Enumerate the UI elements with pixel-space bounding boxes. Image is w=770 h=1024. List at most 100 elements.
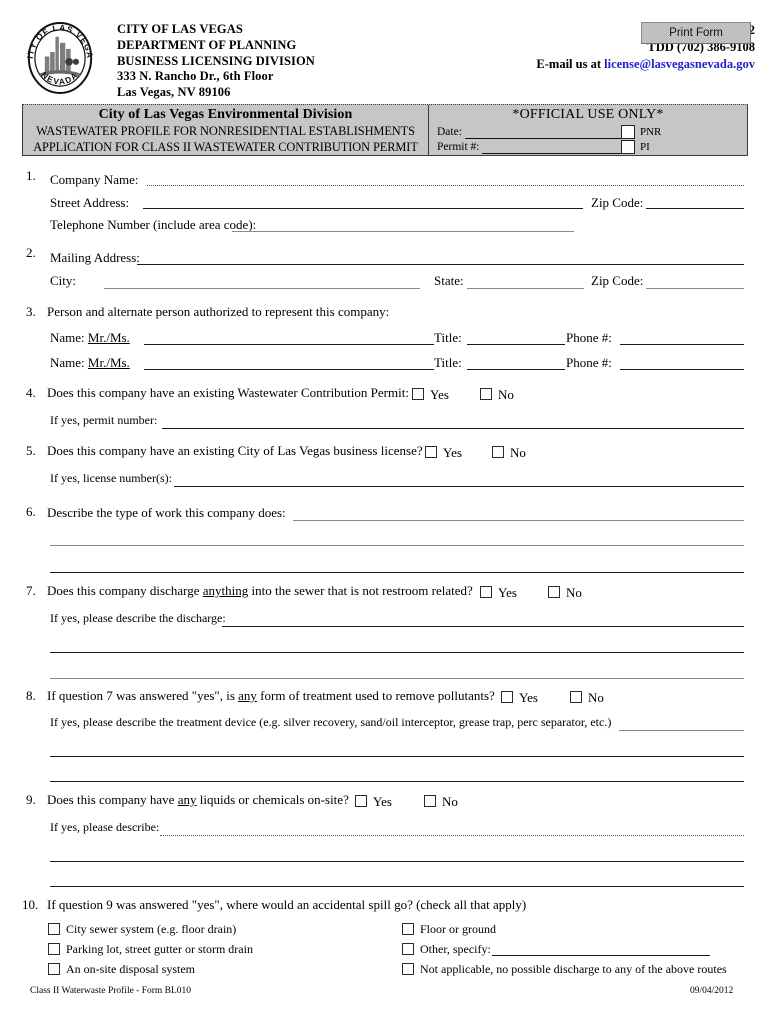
q6-input-line-1[interactable] <box>293 520 744 521</box>
official-date-input[interactable] <box>464 125 633 139</box>
q10-option-other-input[interactable] <box>492 955 710 956</box>
q3-name-prefix-2: Mr./Ms. <box>87 355 130 370</box>
q3-name-prefix-1: Mr./Ms. <box>87 330 130 345</box>
pi-label: PI <box>640 140 650 153</box>
q3-phone-input-1[interactable] <box>620 344 744 345</box>
q6-input-line-3[interactable] <box>50 572 744 573</box>
q8-text-emphasis: any <box>238 688 257 703</box>
city-input[interactable] <box>104 288 420 289</box>
question-6-number: 6. <box>26 504 36 519</box>
q7-text-emphasis: anything <box>202 583 249 598</box>
agency-line-2: DEPARTMENT OF PLANNING <box>117 37 297 52</box>
q7-no-label: No <box>566 585 582 600</box>
state-input[interactable] <box>467 288 584 289</box>
official-permit-row: Permit #: <box>437 140 635 154</box>
q7-input-line-2[interactable] <box>50 652 744 653</box>
q5-license-number-input[interactable] <box>174 486 744 487</box>
telephone-input[interactable] <box>232 231 574 232</box>
q3-name-label-2: Name: Mr./Ms. <box>50 355 130 370</box>
email-link[interactable]: license@lasvegasnevada.gov <box>604 57 755 71</box>
q7-no-checkbox[interactable] <box>548 586 560 598</box>
print-form-button[interactable]: Print Form <box>641 22 751 44</box>
q7-yes-label: Yes <box>498 585 517 600</box>
q3-name-label-2-text: Name: <box>50 355 85 370</box>
q10-option-floor-or-ground-checkbox[interactable] <box>402 923 414 935</box>
pnr-checkbox[interactable] <box>621 124 635 139</box>
q6-input-line-2[interactable] <box>50 545 744 546</box>
q3-title-label-1: Title: <box>434 330 462 345</box>
q10-option-not-applicable-label: Not applicable, no possible discharge to… <box>420 962 727 976</box>
q1-zip-code-input[interactable] <box>646 208 744 209</box>
q8-no-checkbox[interactable] <box>570 691 582 703</box>
q9-input-line-3[interactable] <box>50 886 744 887</box>
q3-title-input-2[interactable] <box>467 369 565 370</box>
q8-input-line-1[interactable] <box>619 730 744 731</box>
question-7-text: Does this company discharge anything int… <box>47 583 473 598</box>
official-date-label: Date: <box>437 126 462 138</box>
q10-option-onsite-disposal-checkbox[interactable] <box>48 963 60 975</box>
footer-form-id: Class II Waterwaste Profile - Form BL010 <box>30 986 192 996</box>
q2-zip-code-input[interactable] <box>646 288 744 289</box>
question-9-text: Does this company have any liquids or ch… <box>47 792 349 807</box>
question-5-number: 5. <box>26 443 36 458</box>
question-10-text: If question 9 was answered "yes", where … <box>47 897 527 912</box>
q7-input-line-3[interactable] <box>50 678 744 679</box>
q9-yes-checkbox[interactable] <box>355 795 367 807</box>
q8-yes-checkbox[interactable] <box>501 691 513 703</box>
division-title: City of Las Vegas Environmental Division <box>98 107 353 122</box>
q2-zip-code-label: Zip Code: <box>591 273 644 288</box>
q5-yes-checkbox[interactable] <box>425 446 437 458</box>
q9-no-checkbox[interactable] <box>424 795 436 807</box>
pi-row: PI <box>621 139 701 154</box>
q3-name-label-1: Name: Mr./Ms. <box>50 330 130 345</box>
state-label: State: <box>434 273 464 288</box>
official-permit-label: Permit #: <box>437 141 480 153</box>
q3-name-input-2[interactable] <box>144 369 434 370</box>
q3-name-input-1[interactable] <box>144 344 434 345</box>
q7-input-line-1[interactable] <box>222 626 744 627</box>
q4-no-checkbox[interactable] <box>480 388 492 400</box>
q9-input-line-1[interactable] <box>160 835 744 836</box>
q8-input-line-2[interactable] <box>50 756 744 757</box>
q4-followup-label: If yes, permit number: <box>50 413 158 427</box>
mailing-address-input[interactable] <box>137 264 744 265</box>
footer-revision-date: 09/04/2012 <box>690 986 734 996</box>
official-date-row: Date: <box>437 125 633 139</box>
form-subtitle-1: WASTEWATER PROFILE FOR NONRESIDENTIAL ES… <box>36 124 415 138</box>
q8-input-line-3[interactable] <box>50 781 744 782</box>
page-header: CITY OF LAS VEGAS NEVADA CITY OF LAS VEG… <box>0 0 770 100</box>
q10-option-not-applicable-checkbox[interactable] <box>402 963 414 975</box>
pi-checkbox[interactable] <box>621 139 635 154</box>
q7-yes-checkbox[interactable] <box>480 586 492 598</box>
agency-address-block: CITY OF LAS VEGAS DEPARTMENT OF PLANNING… <box>117 22 315 101</box>
pnr-pi-group: PNR PI <box>621 124 701 154</box>
q4-yes-checkbox[interactable] <box>412 388 424 400</box>
form-title-band: City of Las Vegas Environmental Division… <box>22 104 748 156</box>
street-address-label: Street Address: <box>50 195 130 210</box>
company-name-input[interactable] <box>147 185 744 186</box>
mailing-address-label: Mailing Address: <box>50 250 140 265</box>
q4-yes-label: Yes <box>430 387 449 402</box>
question-6-text: Describe the type of work this company d… <box>47 505 286 520</box>
question-7-number: 7. <box>26 583 36 598</box>
question-3-text: Person and alternate person authorized t… <box>47 304 390 319</box>
q4-permit-number-input[interactable] <box>162 428 744 429</box>
q4-no-label: No <box>498 387 514 402</box>
q10-option-city-sewer-label: City sewer system (e.g. floor drain) <box>66 922 237 936</box>
q3-phone-input-2[interactable] <box>620 369 744 370</box>
q8-text-a: If question 7 was answered "yes", is <box>47 688 239 703</box>
q5-no-checkbox[interactable] <box>492 446 504 458</box>
q10-option-other-checkbox[interactable] <box>402 943 414 955</box>
q3-name-label-1-text: Name: <box>50 330 85 345</box>
official-permit-input[interactable] <box>482 140 635 154</box>
q9-no-label: No <box>442 794 458 809</box>
question-9-number: 9. <box>26 792 36 807</box>
q3-title-input-1[interactable] <box>467 344 565 345</box>
question-8-number: 8. <box>26 688 36 703</box>
street-address-input[interactable] <box>143 208 583 209</box>
form-page: CITY OF LAS VEGAS NEVADA CITY OF LAS VEG… <box>0 0 770 1024</box>
q9-input-line-2[interactable] <box>50 861 744 862</box>
q3-title-label-2: Title: <box>434 355 462 370</box>
q10-option-city-sewer-checkbox[interactable] <box>48 923 60 935</box>
q10-option-parking-lot-checkbox[interactable] <box>48 943 60 955</box>
